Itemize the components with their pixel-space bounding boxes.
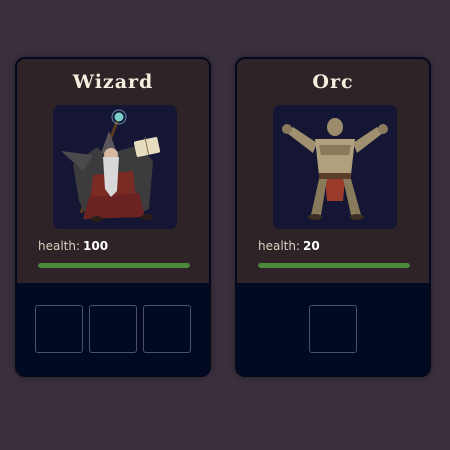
health-bar (258, 263, 410, 268)
game-board: Wizard health: 100 Orc health: 20 (0, 0, 450, 450)
inventory-slot[interactable] (35, 305, 83, 353)
health-label: health: (38, 239, 81, 253)
card-name: Orc (312, 71, 354, 93)
card-header-area: Wizard health: 100 (17, 59, 209, 283)
inventory-slot[interactable] (143, 305, 191, 353)
slot-row (17, 305, 209, 353)
inventory-slot[interactable] (89, 305, 137, 353)
health-readout: health: 20 (258, 239, 320, 253)
card-slot-area (237, 283, 429, 375)
wizard-portrait-icon (53, 105, 177, 229)
health-value: 20 (303, 239, 320, 253)
health-bar-fill (38, 263, 190, 268)
health-value: 100 (83, 239, 109, 253)
health-readout: health: 100 (38, 239, 108, 253)
card-header-area: Orc health: 20 (237, 59, 429, 283)
health-label: health: (258, 239, 301, 253)
slot-row (237, 305, 429, 353)
card-slot-area (17, 283, 209, 375)
orc-portrait-icon (273, 105, 397, 229)
health-bar (38, 263, 190, 268)
character-card-wizard[interactable]: Wizard health: 100 (15, 57, 211, 377)
card-name: Wizard (72, 71, 154, 93)
inventory-slot[interactable] (309, 305, 357, 353)
character-card-orc[interactable]: Orc health: 20 (235, 57, 431, 377)
health-bar-fill (258, 263, 410, 268)
